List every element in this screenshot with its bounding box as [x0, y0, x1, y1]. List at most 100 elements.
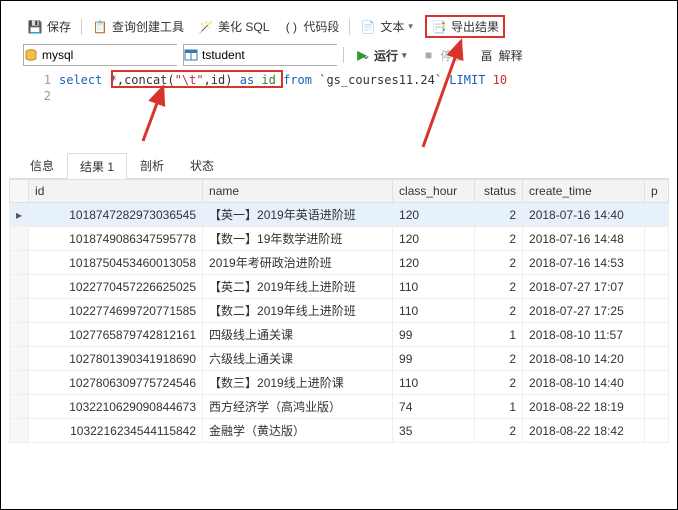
table-selector[interactable]: ⌄ [183, 44, 337, 66]
cell-class-hour[interactable]: 110 [393, 299, 475, 323]
cell-p[interactable] [645, 227, 669, 251]
run-button[interactable]: ▶ 运行 ▾ [350, 45, 411, 66]
table-row[interactable]: 1032216234544115842金融学（黄达版）3522018-08-22… [10, 419, 669, 443]
cell-name[interactable]: 【数二】2019年线上进阶班 [203, 299, 393, 323]
cell-create-time[interactable]: 2018-07-27 17:25 [523, 299, 645, 323]
cell-status[interactable]: 2 [475, 299, 523, 323]
column-class-hour[interactable]: class_hour [393, 180, 475, 203]
cell-p[interactable] [645, 203, 669, 227]
cell-create-time[interactable]: 2018-08-22 18:42 [523, 419, 645, 443]
table-row[interactable]: 1032210629090844673西方经济学（高鸿业版）7412018-08… [10, 395, 669, 419]
tab-profile[interactable]: 剖析 [127, 152, 177, 178]
query-builder-button[interactable]: 📋 查询创建工具 [88, 16, 188, 37]
cell-p[interactable] [645, 251, 669, 275]
cell-id[interactable]: 1018749086347595778 [29, 227, 203, 251]
tab-status[interactable]: 状态 [177, 152, 227, 178]
cell-id[interactable]: 1032210629090844673 [29, 395, 203, 419]
cell-name[interactable]: 2019年考研政治进阶班 [203, 251, 393, 275]
cell-create-time[interactable]: 2018-07-16 14:40 [523, 203, 645, 227]
cell-p[interactable] [645, 299, 669, 323]
text-button[interactable]: 📄 文本 ▾ [356, 16, 417, 37]
beautify-sql-button[interactable]: 🪄 美化 SQL [194, 16, 273, 37]
cell-class-hour[interactable]: 99 [393, 347, 475, 371]
save-button[interactable]: 💾 保存 [23, 16, 75, 37]
table-row[interactable]: 1022774699720771585【数二】2019年线上进阶班1102201… [10, 299, 669, 323]
cell-create-time[interactable]: 2018-08-10 14:20 [523, 347, 645, 371]
cell-id[interactable]: 1018750453460013058 [29, 251, 203, 275]
cell-p[interactable] [645, 419, 669, 443]
cell-name[interactable]: 四级线上通关课 [203, 323, 393, 347]
cell-status[interactable]: 2 [475, 419, 523, 443]
cell-name[interactable]: 西方经济学（高鸿业版） [203, 395, 393, 419]
cell-class-hour[interactable]: 120 [393, 227, 475, 251]
cell-create-time[interactable]: 2018-07-27 17:07 [523, 275, 645, 299]
cell-status[interactable]: 1 [475, 323, 523, 347]
stop-label: 停止 [441, 47, 465, 64]
cell-class-hour[interactable]: 99 [393, 323, 475, 347]
result-grid[interactable]: id name class_hour status create_time p … [9, 179, 669, 469]
cell-id[interactable]: 1022774699720771585 [29, 299, 203, 323]
cell-p[interactable] [645, 395, 669, 419]
database-input[interactable] [38, 45, 201, 65]
cell-name[interactable]: 金融学（黄达版） [203, 419, 393, 443]
column-status[interactable]: status [475, 180, 523, 203]
row-marker [10, 371, 29, 395]
table-row[interactable]: 1022770457226625025【英二】2019年线上进阶班1102201… [10, 275, 669, 299]
row-marker [10, 419, 29, 443]
table-row[interactable]: ▸1018747282973036545【英一】2019年英语进阶班120220… [10, 203, 669, 227]
cell-class-hour[interactable]: 74 [393, 395, 475, 419]
cell-status[interactable]: 2 [475, 275, 523, 299]
table-row[interactable]: 1027801390341918690六级线上通关课9922018-08-10 … [10, 347, 669, 371]
cell-id[interactable]: 1022770457226625025 [29, 275, 203, 299]
table-row[interactable]: 1027806309775724546【数三】2019线上进阶课11022018… [10, 371, 669, 395]
cell-id[interactable]: 1027806309775724546 [29, 371, 203, 395]
cell-status[interactable]: 2 [475, 203, 523, 227]
cell-create-time[interactable]: 2018-07-16 14:53 [523, 251, 645, 275]
code-snippet-icon: ( ) [283, 19, 299, 35]
column-p[interactable]: p [645, 180, 669, 203]
cell-create-time[interactable]: 2018-08-10 14:40 [523, 371, 645, 395]
cell-p[interactable] [645, 347, 669, 371]
column-id[interactable]: id [29, 180, 203, 203]
export-result-button[interactable]: 📑 导出结果 [425, 15, 505, 38]
table-row[interactable]: 10187504534600130582019年考研政治进阶班12022018-… [10, 251, 669, 275]
tab-info[interactable]: 信息 [17, 152, 67, 178]
explain-button[interactable]: 畐 解释 [475, 45, 527, 66]
cell-create-time[interactable]: 2018-08-10 11:57 [523, 323, 645, 347]
cell-id[interactable]: 1027801390341918690 [29, 347, 203, 371]
cell-status[interactable]: 1 [475, 395, 523, 419]
cell-id[interactable]: 1032216234544115842 [29, 419, 203, 443]
cell-class-hour[interactable]: 35 [393, 419, 475, 443]
cell-status[interactable]: 2 [475, 347, 523, 371]
cell-name[interactable]: 【数三】2019线上进阶课 [203, 371, 393, 395]
column-create-time[interactable]: create_time [523, 180, 645, 203]
table-row[interactable]: 1018749086347595778【数一】19年数学进阶班12022018-… [10, 227, 669, 251]
database-icon [24, 48, 38, 62]
cell-name[interactable]: 【数一】19年数学进阶班 [203, 227, 393, 251]
cell-status[interactable]: 2 [475, 227, 523, 251]
table-input[interactable] [198, 45, 361, 65]
table-row[interactable]: 1027765879742812161四级线上通关课9912018-08-10 … [10, 323, 669, 347]
cell-name[interactable]: 【英二】2019年线上进阶班 [203, 275, 393, 299]
cell-id[interactable]: 1018747282973036545 [29, 203, 203, 227]
cell-class-hour[interactable]: 120 [393, 251, 475, 275]
cell-name[interactable]: 【英一】2019年英语进阶班 [203, 203, 393, 227]
cell-create-time[interactable]: 2018-08-22 18:19 [523, 395, 645, 419]
cell-id[interactable]: 1027765879742812161 [29, 323, 203, 347]
cell-class-hour[interactable]: 110 [393, 371, 475, 395]
cell-p[interactable] [645, 323, 669, 347]
cell-create-time[interactable]: 2018-07-16 14:48 [523, 227, 645, 251]
tab-result-1[interactable]: 结果 1 [67, 153, 127, 179]
row-marker: ▸ [10, 203, 29, 227]
column-name[interactable]: name [203, 180, 393, 203]
cell-status[interactable]: 2 [475, 251, 523, 275]
database-selector[interactable]: ⌄ [23, 44, 177, 66]
cell-status[interactable]: 2 [475, 371, 523, 395]
cell-class-hour[interactable]: 120 [393, 203, 475, 227]
cell-class-hour[interactable]: 110 [393, 275, 475, 299]
code-snippet-button[interactable]: ( ) 代码段 [279, 16, 343, 37]
cell-p[interactable] [645, 275, 669, 299]
sql-editor[interactable]: 1 2 select *,concat("\t",id) as id from … [9, 70, 669, 152]
cell-p[interactable] [645, 371, 669, 395]
cell-name[interactable]: 六级线上通关课 [203, 347, 393, 371]
